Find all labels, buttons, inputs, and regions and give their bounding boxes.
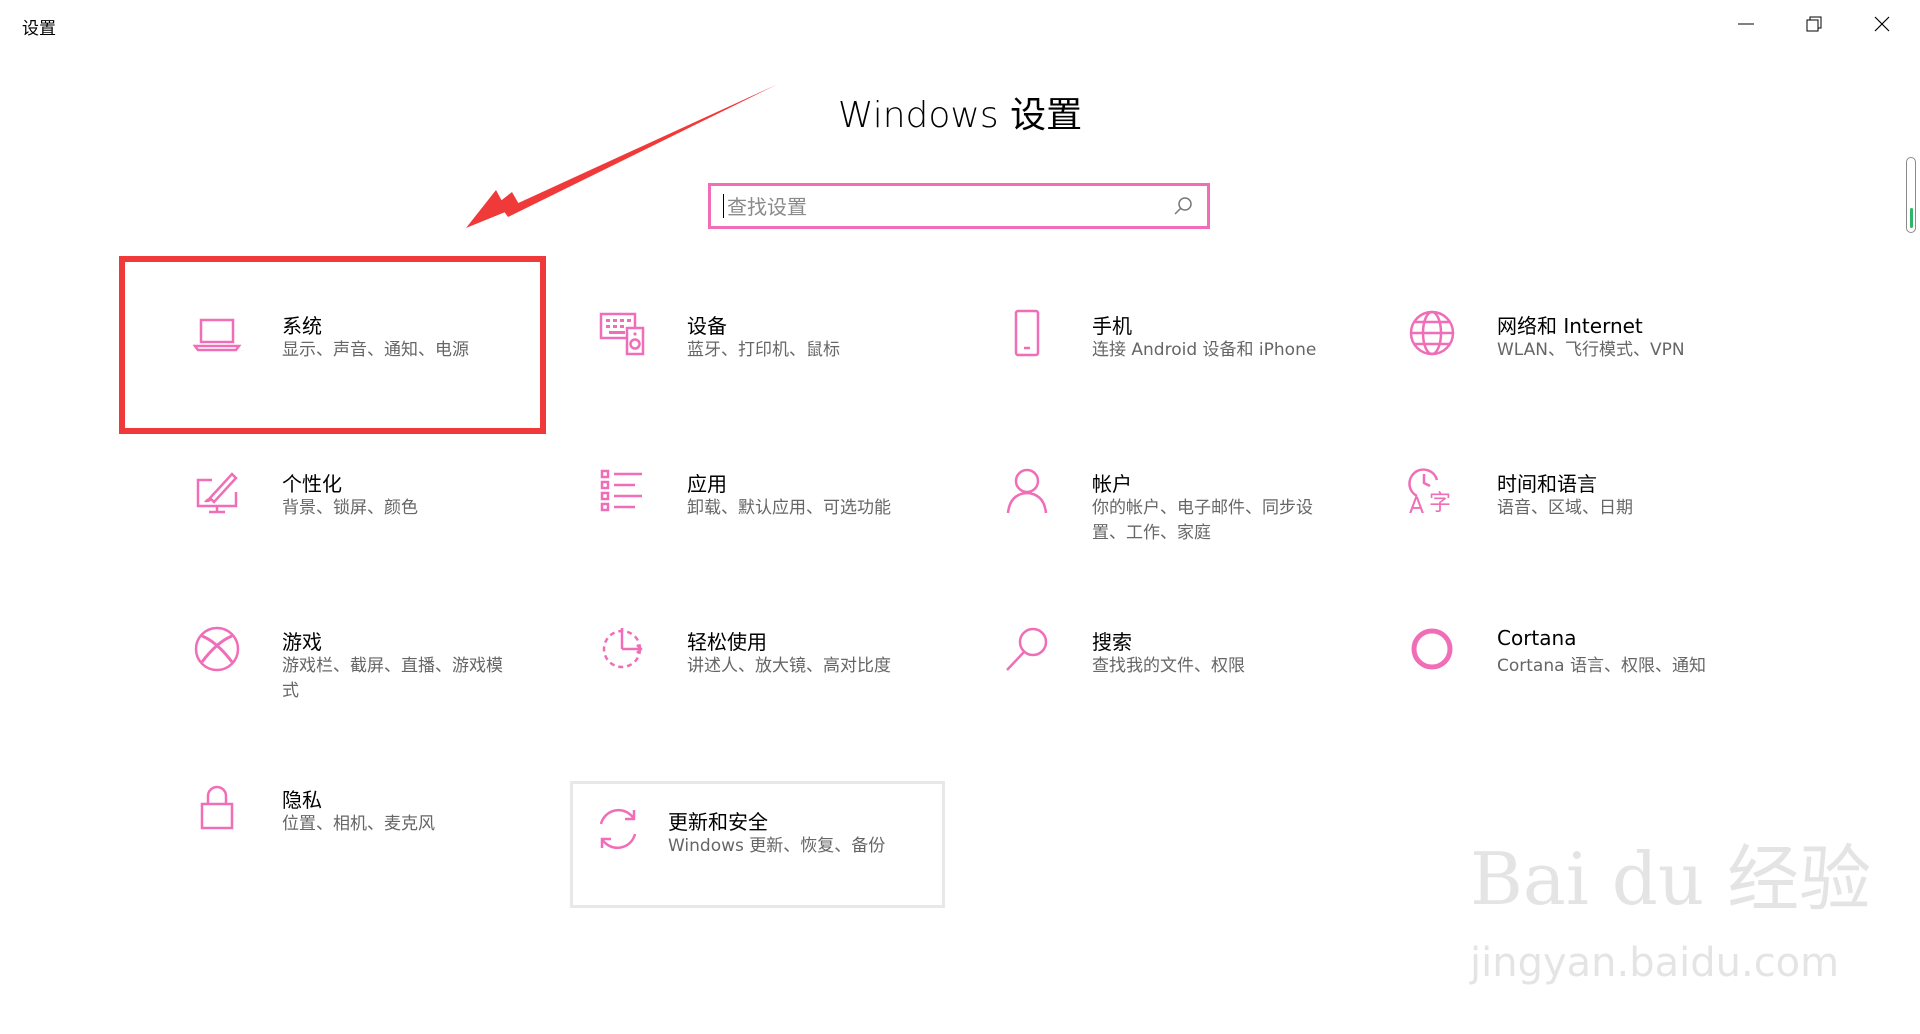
title-bar: 设置 xyxy=(0,0,1920,48)
tile-search[interactable]: 搜索 查找我的文件、权限 xyxy=(930,574,1330,724)
ease-of-access-icon xyxy=(602,628,643,669)
search-input[interactable] xyxy=(725,186,1149,228)
tile-title: 轻松使用 xyxy=(687,630,767,654)
tile-title: 隐私 xyxy=(282,788,322,812)
restore-icon xyxy=(1806,16,1822,32)
tile-title: 游戏 xyxy=(282,630,322,654)
paint-monitor-icon xyxy=(196,472,238,514)
tile-personalization[interactable]: 个性化 背景、锁屏、颜色 xyxy=(120,416,520,566)
watermark-url: jingyan.baidu.com xyxy=(1470,940,1840,986)
close-icon xyxy=(1874,16,1890,32)
magnifier-icon xyxy=(1006,627,1048,671)
tile-devices[interactable]: 设备 蓝牙、打印机、鼠标 xyxy=(525,258,925,408)
tile-description: 蓝牙、打印机、鼠标 xyxy=(687,340,840,360)
cortana-ring-icon xyxy=(1411,628,1453,670)
tile-description: 游戏栏、截屏、直播、游戏模式 xyxy=(282,656,503,701)
svg-text:字: 字 xyxy=(1429,491,1451,516)
minimize-icon xyxy=(1738,23,1754,25)
list-icon xyxy=(600,469,642,512)
text-caret xyxy=(723,194,724,218)
tile-title: 网络和 Internet xyxy=(1497,314,1643,338)
tile-description: WLAN、飞行模式、VPN xyxy=(1497,340,1685,360)
tile-description: 卸载、默认应用、可选功能 xyxy=(687,498,891,518)
scrollbar-thumb[interactable] xyxy=(1910,208,1913,228)
highlight-box-system xyxy=(119,256,546,434)
page-title: Windows 设置 xyxy=(837,95,1083,136)
globe-icon xyxy=(1409,310,1455,356)
tile-phone[interactable]: 手机 连接 Android 设备和 iPhone xyxy=(930,258,1330,408)
tile-ease-of-access[interactable]: 轻松使用 讲述人、放大镜、高对比度 xyxy=(525,574,925,724)
tile-title: 搜索 xyxy=(1092,630,1132,654)
close-button[interactable] xyxy=(1848,0,1916,48)
tile-title: 个性化 xyxy=(282,472,342,496)
tile-title: Cortana xyxy=(1497,626,1577,650)
tile-title: 手机 xyxy=(1092,314,1132,338)
watermark-main: Bai du 经验 xyxy=(1470,837,1872,921)
search-box[interactable] xyxy=(708,183,1210,229)
tile-accounts[interactable]: 帐户 你的帐户、电子邮件、同步设置、工作、家庭 xyxy=(930,416,1330,566)
scrollbar[interactable] xyxy=(1906,157,1916,233)
lock-icon xyxy=(200,785,234,830)
minimize-button[interactable] xyxy=(1712,0,1780,48)
tile-privacy[interactable]: 隐私 位置、相机、麦克风 xyxy=(120,732,520,882)
window-title: 设置 xyxy=(22,19,56,39)
tile-description: 背景、锁屏、颜色 xyxy=(282,498,418,518)
keyboard-speaker-icon xyxy=(599,312,645,356)
tile-description: 连接 Android 设备和 iPhone xyxy=(1092,340,1317,360)
tile-title: 更新和安全 xyxy=(668,810,768,834)
tile-apps[interactable]: 应用 卸载、默认应用、可选功能 xyxy=(525,416,925,566)
tile-title: 应用 xyxy=(687,472,727,496)
person-icon xyxy=(1006,468,1048,514)
tile-description: 查找我的文件、权限 xyxy=(1092,656,1245,676)
clock-language-icon: A 字 xyxy=(1408,468,1451,516)
search-icon[interactable] xyxy=(1173,195,1195,217)
tile-time-language[interactable]: A 字 时间和语言 语音、区域、日期 xyxy=(1335,416,1735,566)
tile-title: 帐户 xyxy=(1092,472,1132,496)
tile-update-security[interactable]: 更新和安全 Windows 更新、恢复、备份 xyxy=(570,781,945,908)
phone-icon xyxy=(1014,309,1040,357)
sync-arrows-icon xyxy=(599,808,637,850)
tile-gaming[interactable]: 游戏 游戏栏、截屏、直播、游戏模式 xyxy=(120,574,520,724)
tile-title: 设备 xyxy=(687,314,727,338)
tile-description: 位置、相机、麦克风 xyxy=(282,814,435,834)
xbox-icon xyxy=(194,626,240,672)
tile-cortana[interactable]: Cortana Cortana 语言、权限、通知 xyxy=(1335,574,1735,724)
tile-description: Cortana 语言、权限、通知 xyxy=(1497,656,1706,676)
tile-description: Windows 更新、恢复、备份 xyxy=(668,836,886,856)
tile-description: 讲述人、放大镜、高对比度 xyxy=(687,656,891,676)
tile-title: 时间和语言 xyxy=(1497,472,1597,496)
tile-description: 语音、区域、日期 xyxy=(1497,498,1633,518)
svg-text:A: A xyxy=(1409,494,1424,516)
tile-description: 你的帐户、电子邮件、同步设置、工作、家庭 xyxy=(1092,498,1313,543)
restore-button[interactable] xyxy=(1780,0,1848,48)
tile-network[interactable]: 网络和 Internet WLAN、飞行模式、VPN xyxy=(1335,258,1735,408)
